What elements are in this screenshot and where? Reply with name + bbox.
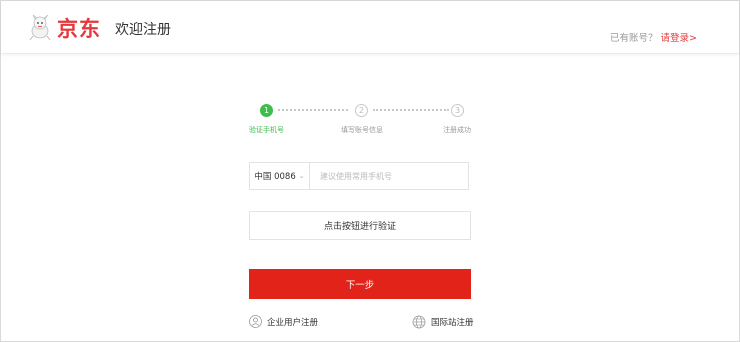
country-code-select[interactable]: 中国 0086 ⌄ (250, 163, 310, 189)
step-3-label: 注册成功 (443, 126, 471, 134)
enterprise-register-link[interactable]: 企业用户注册 (249, 315, 318, 328)
login-link[interactable]: 请登录> (661, 33, 697, 44)
page-title: 欢迎注册 (115, 22, 171, 38)
step-1-circle: 1 (260, 104, 273, 117)
registration-steps: 1 2 3 验证手机号 填写账号信息 注册成功 (249, 104, 471, 134)
phone-input[interactable] (310, 163, 468, 189)
header: 京东 欢迎注册 已有账号？ 请登录> (1, 1, 739, 54)
login-hint-text: 已有账号？ (609, 33, 658, 44)
brand-name: 京东 (57, 17, 101, 41)
international-register-label: 国际站注册 (431, 318, 474, 328)
enterprise-register-label: 企业用户注册 (267, 317, 319, 328)
step-1-label: 验证手机号 (249, 126, 284, 134)
verify-button[interactable]: 点击按钮进行验证 (249, 211, 471, 240)
chevron-down-icon: ⌄ (298, 172, 305, 180)
globe-icon (412, 315, 426, 329)
step-connector-1 (278, 109, 348, 111)
next-step-button[interactable]: 下一步 (249, 269, 471, 299)
jd-logo[interactable]: 京东 (27, 10, 101, 46)
step-2-label: 填写账号信息 (341, 126, 383, 134)
jd-dog-mascot-icon (29, 14, 51, 41)
step-2-circle: 2 (355, 104, 368, 117)
phone-field-group: 中国 0086 ⌄ (249, 162, 469, 190)
login-prompt: 已有账号？ 请登录> (610, 30, 697, 44)
step-3-circle: 3 (451, 104, 464, 117)
country-code-value: 中国 0086 (254, 172, 296, 182)
step-connector-2 (373, 109, 449, 111)
user-icon (249, 315, 262, 328)
international-register-link[interactable]: 国际站注册 (412, 315, 474, 329)
